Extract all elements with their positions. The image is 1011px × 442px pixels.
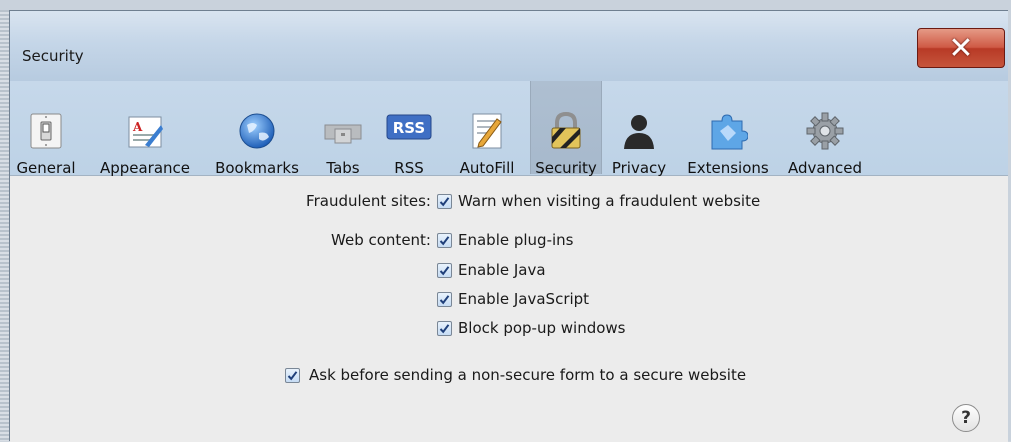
fraudulent-sites-row: Fraudulent sites: Warn when visiting a f… <box>298 189 760 213</box>
enable-java-row: Enable Java <box>437 258 546 282</box>
person-silhouette-icon <box>619 111 659 151</box>
web-content-label: Web content: <box>331 231 431 249</box>
tab-extensions-label: Extensions <box>687 159 769 177</box>
tab-appearance[interactable]: A Appearance <box>90 87 200 177</box>
tab-extensions[interactable]: Extensions <box>682 87 774 177</box>
tab-privacy-label: Privacy <box>611 159 667 177</box>
title-bar: Security ✕ <box>10 11 1008 81</box>
globe-icon <box>237 111 277 151</box>
tab-security[interactable]: Security <box>530 81 602 177</box>
block-popups-row: Block pop-up windows <box>437 316 626 340</box>
preferences-window: Security ✕ General A Appearance Bookmark… <box>9 10 1008 442</box>
enable-javascript-row: Enable JavaScript <box>437 287 589 311</box>
security-settings-pane: Fraudulent sites: Warn when visiting a f… <box>10 176 1008 442</box>
puzzle-icon <box>708 111 749 151</box>
block-popups-label[interactable]: Block pop-up windows <box>458 319 626 337</box>
enable-java-label[interactable]: Enable Java <box>458 261 546 279</box>
help-icon: ? <box>961 408 971 428</box>
warn-fraudulent-checkbox[interactable] <box>437 193 452 209</box>
enable-java-checkbox[interactable] <box>437 262 452 278</box>
tab-appearance-label: Appearance <box>99 159 191 177</box>
enable-javascript-checkbox[interactable] <box>437 291 452 307</box>
light-switch-icon <box>26 111 66 151</box>
rss-icon-text: RSS <box>393 119 425 137</box>
tab-rss[interactable]: RSS RSS <box>384 87 434 177</box>
appearance-icon: A <box>125 111 165 151</box>
svg-text:A: A <box>132 120 143 134</box>
gear-icon <box>805 111 845 151</box>
checkmark-icon <box>439 235 450 245</box>
tab-autofill-label: AutoFill <box>459 159 515 177</box>
nonsecure-form-checkbox[interactable] <box>285 367 300 383</box>
checkmark-icon <box>439 294 450 304</box>
tab-autofill[interactable]: AutoFill <box>450 87 524 177</box>
left-window-edge <box>0 10 9 441</box>
window-title: Security <box>22 47 84 65</box>
pencil-form-icon <box>467 111 507 151</box>
close-button[interactable]: ✕ <box>917 28 1005 68</box>
tab-rss-label: RSS <box>394 159 424 177</box>
warn-fraudulent-label[interactable]: Warn when visiting a fraudulent website <box>458 192 760 210</box>
checkmark-icon <box>439 265 450 275</box>
rss-icon: RSS <box>386 111 432 151</box>
close-icon: ✕ <box>948 30 974 66</box>
checkmark-icon <box>287 370 298 380</box>
padlock-icon <box>546 111 586 151</box>
nonsecure-form-label[interactable]: Ask before sending a non-secure form to … <box>309 366 746 384</box>
tab-general[interactable]: General <box>12 87 80 177</box>
tab-advanced-label: Advanced <box>787 159 863 177</box>
tab-general-label: General <box>16 159 76 177</box>
checkmark-icon <box>439 323 450 333</box>
tab-privacy[interactable]: Privacy <box>606 87 672 177</box>
tab-advanced[interactable]: Advanced <box>782 87 868 177</box>
block-popups-checkbox[interactable] <box>437 320 452 336</box>
nonsecure-form-row: Ask before sending a non-secure form to … <box>285 363 746 387</box>
enable-plugins-checkbox[interactable] <box>437 232 452 248</box>
tabs-icon <box>323 111 363 151</box>
web-content-row: Web content: Enable plug-ins <box>298 228 573 252</box>
enable-plugins-label[interactable]: Enable plug-ins <box>458 231 573 249</box>
help-button[interactable]: ? <box>952 404 980 432</box>
tab-tabs[interactable]: Tabs <box>317 87 369 177</box>
fraudulent-sites-label: Fraudulent sites: <box>306 192 431 210</box>
tab-bookmarks-label: Bookmarks <box>215 159 299 177</box>
tab-bookmarks[interactable]: Bookmarks <box>208 87 306 177</box>
preferences-toolbar: General A Appearance Bookmarks Tabs RSS … <box>10 81 1008 177</box>
enable-javascript-label[interactable]: Enable JavaScript <box>458 290 589 308</box>
tab-security-label: Security <box>535 159 597 177</box>
checkmark-icon <box>439 196 450 206</box>
tab-tabs-label: Tabs <box>326 159 360 177</box>
